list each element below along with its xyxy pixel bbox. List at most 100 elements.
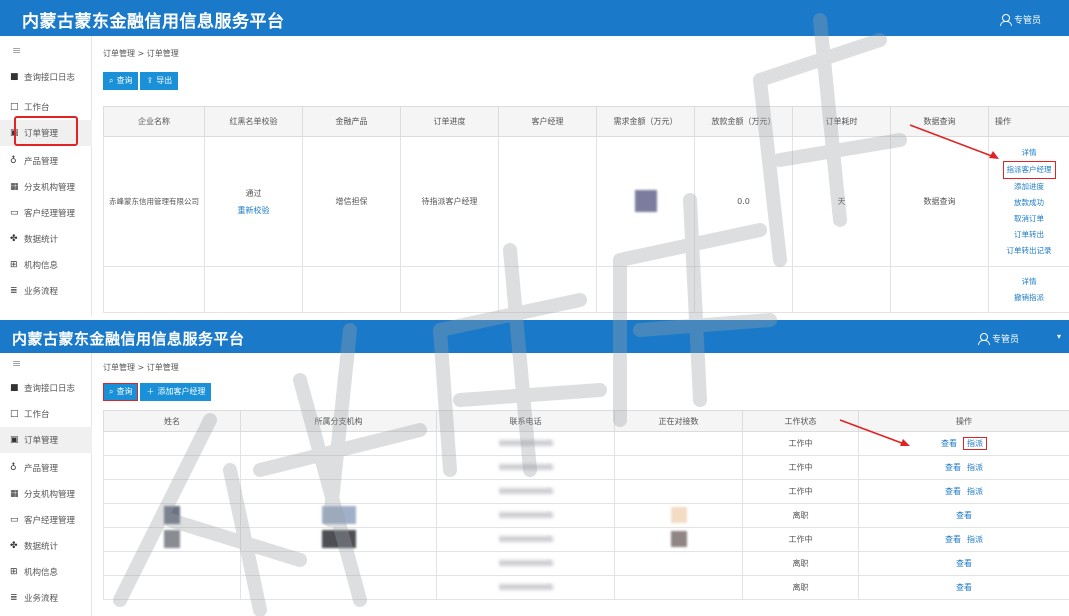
- monitor-icon: □: [10, 409, 19, 419]
- add-manager-button[interactable]: ＋添加客户经理: [140, 383, 212, 401]
- manager-cell: [498, 136, 597, 267]
- name-cell: [103, 431, 241, 456]
- phone-cell: [436, 551, 615, 576]
- status-cell: 离职: [742, 503, 859, 528]
- view-link[interactable]: 查看: [945, 463, 961, 472]
- column-header: 客户经理: [498, 106, 597, 137]
- phone-cell: [436, 527, 615, 552]
- status-cell: 离职: [742, 575, 859, 600]
- search-icon: ⌕: [109, 76, 114, 85]
- progress-cell: 待指派客户经理: [400, 136, 499, 267]
- sidebar-item-label: 分支机构管理: [24, 183, 76, 193]
- op-add-progress-link[interactable]: 添加进度: [989, 179, 1069, 195]
- chevron-down-icon[interactable]: ▾: [1057, 332, 1061, 341]
- user-menu[interactable]: 专管员: [999, 13, 1041, 26]
- table-row: 工作中 查看 指派: [103, 455, 1069, 480]
- user-menu[interactable]: 专管员: [977, 332, 1019, 345]
- assign-link[interactable]: 指派: [967, 463, 983, 472]
- column-header: 订单进度: [400, 106, 499, 137]
- sidebar-item-orders[interactable]: ▣ 订单管理: [0, 427, 92, 453]
- redacted-value: [164, 529, 180, 548]
- sidebar-item-branches[interactable]: ▦ 分支机构管理: [0, 481, 92, 507]
- active-count-cell: [614, 575, 743, 600]
- sidebar-item-org-info[interactable]: ⊞ 机构信息: [0, 252, 92, 278]
- view-link[interactable]: 查看: [941, 439, 957, 448]
- list-icon: ≣: [10, 286, 18, 296]
- op-cancel-order-link[interactable]: 取消订单: [989, 211, 1069, 227]
- redacted-value: [498, 584, 553, 590]
- sidebar-item-label: 业务流程: [24, 287, 59, 297]
- user-label: 专管员: [991, 335, 1019, 345]
- column-header: 所属分支机构: [240, 410, 437, 432]
- op-revoke-assign-link[interactable]: 撤销指派: [989, 290, 1069, 306]
- sidebar-item-products[interactable]: ♁ 产品管理: [0, 455, 92, 481]
- sidebar-item-label: 机构信息: [24, 261, 59, 271]
- top-header: 内蒙古蒙东金融信用信息服务平台 专管员: [0, 0, 1069, 36]
- sidebar-item-branches[interactable]: ▦ 分支机构管理: [0, 174, 92, 200]
- arrow-annotation: [839, 419, 910, 446]
- sidebar-item-stats[interactable]: ✤ 数据统计: [0, 226, 92, 252]
- export-button[interactable]: ⇪ 导出: [140, 72, 179, 90]
- sidebar-item-org-info[interactable]: ⊞ 机构信息: [0, 559, 92, 585]
- sidebar-item-products[interactable]: ♁ 产品管理: [0, 148, 92, 174]
- op-transfer-record-link[interactable]: 订单转出记录: [989, 243, 1069, 259]
- recheck-link[interactable]: 重新校验: [205, 205, 302, 216]
- view-link[interactable]: 查看: [945, 487, 961, 496]
- folder-icon: ▭: [10, 515, 19, 525]
- sidebar-item-query-log[interactable]: ■ 查询接口日志: [0, 375, 92, 401]
- column-header: 放款金额（万元）: [694, 106, 793, 137]
- sidebar-item-workbench[interactable]: □ 工作台: [0, 401, 92, 427]
- user-label: 专管员: [1013, 16, 1041, 26]
- user-icon: [977, 333, 990, 345]
- menu-toggle-icon[interactable]: ≡: [12, 44, 21, 57]
- sidebar-item-stats[interactable]: ✤ 数据统计: [0, 533, 92, 559]
- branch-cell: [240, 503, 437, 528]
- view-link[interactable]: 查看: [945, 535, 961, 544]
- ops-cell: 查看: [858, 575, 1069, 600]
- sidebar-item-label: 机构信息: [24, 568, 59, 578]
- table-row: 离职 查看: [103, 575, 1069, 600]
- view-link[interactable]: 查看: [956, 559, 972, 568]
- column-header: 需求金额（万元）: [596, 106, 695, 137]
- sidebar-item-label: 数据统计: [24, 235, 59, 245]
- active-count-cell: [614, 551, 743, 576]
- assign-link[interactable]: 指派: [963, 437, 987, 450]
- redacted-value: [498, 464, 553, 470]
- status-cell: 离职: [742, 551, 859, 576]
- sidebar-item-managers[interactable]: ▭ 客户经理管理: [0, 200, 92, 226]
- assign-manager-label: 指派客户经理: [1002, 160, 1056, 179]
- assign-link[interactable]: 指派: [967, 535, 983, 544]
- op-transfer-order-link[interactable]: 订单转出: [989, 227, 1069, 243]
- table-row: 工作中 查看 指派: [103, 479, 1069, 504]
- status-cell: 工作中: [742, 455, 859, 480]
- query-button[interactable]: ⌕ 查询: [103, 383, 139, 401]
- sidebar-item-query-log[interactable]: ■ 查询接口日志: [0, 64, 92, 90]
- name-cell: [103, 479, 241, 504]
- menu-toggle-icon[interactable]: ≡: [12, 357, 21, 370]
- search-icon: ⌕: [109, 387, 114, 396]
- column-header: 姓名: [103, 410, 241, 432]
- branch-cell: [240, 431, 437, 456]
- sidebar-item-managers[interactable]: ▭ 客户经理管理: [0, 507, 92, 533]
- name-cell: [103, 527, 241, 552]
- status-cell: 工作中: [742, 527, 859, 552]
- sidebar-item-label: 业务流程: [24, 594, 59, 604]
- app-title: 内蒙古蒙东金融信用信息服务平台: [12, 330, 245, 348]
- column-header: 金融产品: [302, 106, 401, 137]
- query-button[interactable]: ⌕ 查询: [103, 72, 139, 90]
- toolbar: ⌕ 查询 ⇪ 导出: [103, 72, 179, 90]
- status-cell: 工作中: [742, 479, 859, 504]
- op-detail-link[interactable]: 详情: [989, 274, 1069, 290]
- sidebar-item-label: 工作台: [24, 410, 50, 420]
- monitor-icon: □: [10, 102, 19, 112]
- assign-link[interactable]: 指派: [967, 487, 983, 496]
- chart-icon: ✤: [10, 541, 18, 551]
- op-loan-success-link[interactable]: 放款成功: [989, 195, 1069, 211]
- phone-cell: [436, 575, 615, 600]
- view-link[interactable]: 查看: [956, 511, 972, 520]
- sidebar-item-process[interactable]: ≣ 业务流程: [0, 585, 92, 611]
- sidebar-item-process[interactable]: ≣ 业务流程: [0, 278, 92, 304]
- view-link[interactable]: 查看: [956, 583, 972, 592]
- redacted-value: [164, 505, 180, 524]
- sidebar-item-label: 客户经理管理: [24, 209, 76, 219]
